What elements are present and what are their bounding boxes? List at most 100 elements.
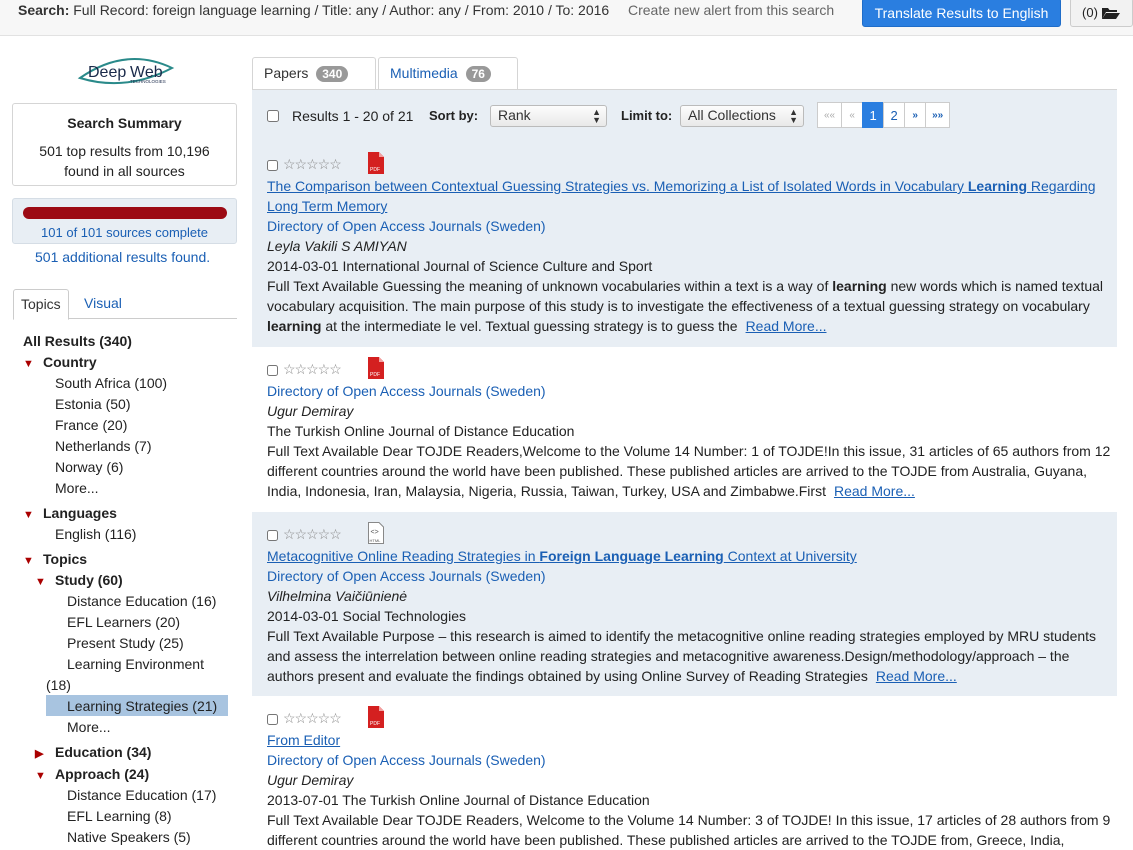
collapse-triangle-icon[interactable]: ▼ bbox=[35, 576, 55, 588]
pdf-icon[interactable]: PDF bbox=[368, 357, 384, 379]
pager-first[interactable]: «« bbox=[817, 102, 843, 128]
result-item: ☆☆☆☆☆ PDF Directory of Open Access Journ… bbox=[252, 347, 1117, 512]
pager-last[interactable]: »» bbox=[925, 102, 951, 128]
facet-item[interactable]: Native Speakers (5) bbox=[67, 829, 191, 845]
tab-papers[interactable]: Papers 340 bbox=[252, 57, 376, 90]
facet-item[interactable]: South Africa (100) bbox=[55, 375, 167, 391]
pager-page-2[interactable]: 2 bbox=[883, 102, 906, 128]
rating-stars-icon[interactable]: ☆☆☆☆☆ bbox=[283, 524, 342, 544]
facet-item[interactable]: More... bbox=[67, 719, 111, 735]
result-source[interactable]: Directory of Open Access Journals (Swede… bbox=[267, 381, 1117, 401]
result-source[interactable]: Directory of Open Access Journals (Swede… bbox=[267, 566, 1117, 586]
result-date-journal: 2013-07-01 The Turkish Online Journal of… bbox=[267, 792, 650, 808]
facet-item[interactable]: More... bbox=[55, 480, 99, 496]
facet-item[interactable]: English (116) bbox=[55, 526, 136, 542]
facet-item[interactable]: Learning Strategies (21) bbox=[67, 698, 217, 714]
read-more-link[interactable]: Read More... bbox=[876, 668, 957, 684]
expand-triangle-icon[interactable]: ▶ bbox=[35, 747, 55, 760]
facet-item[interactable]: Estonia (50) bbox=[55, 396, 130, 412]
collapse-triangle-icon[interactable]: ▼ bbox=[23, 509, 43, 521]
facet-item[interactable]: Norway (6) bbox=[55, 459, 123, 475]
html-icon[interactable]: <> HTML bbox=[368, 522, 384, 544]
facet-group[interactable]: ▼ Topics bbox=[23, 551, 87, 567]
snippet-text: Full Text Available Dear TOJDE Readers,W… bbox=[267, 443, 1111, 499]
result-date-journal: 2014-03-01 Social Technologies bbox=[267, 608, 466, 624]
rating-stars-icon[interactable]: ☆☆☆☆☆ bbox=[283, 154, 342, 174]
facet-group[interactable]: ▼ Study (60) bbox=[35, 572, 123, 588]
search-query: Full Record: foreign language learning /… bbox=[73, 2, 610, 18]
facet-group[interactable]: ▼ Country bbox=[23, 354, 97, 370]
facet-item: (18) bbox=[46, 677, 71, 693]
result-source[interactable]: Directory of Open Access Journals (Swede… bbox=[267, 750, 1117, 770]
snippet-highlight: learning bbox=[832, 278, 887, 294]
logo-subtext: TECHNOLOGIES bbox=[130, 79, 166, 84]
rating-stars-icon[interactable]: ☆☆☆☆☆ bbox=[283, 708, 342, 728]
facet-label: Learning Strategies (21) bbox=[67, 698, 218, 714]
tab-multimedia[interactable]: Multimedia 76 bbox=[378, 57, 518, 90]
results-toolbar: Results 1 - 20 of 21 Sort by: Rank ▲ ▼ Li… bbox=[252, 89, 1117, 142]
rating-stars-icon[interactable]: ☆☆☆☆☆ bbox=[283, 359, 342, 379]
result-checkbox[interactable] bbox=[267, 530, 278, 541]
sources-progress-text[interactable]: 101 of 101 sources complete bbox=[13, 225, 236, 240]
deep-web-logo: Deep Web TECHNOLOGIES bbox=[77, 58, 175, 85]
result-item: ☆☆☆☆☆ PDF The Comparison between Context… bbox=[252, 142, 1117, 347]
collapse-triangle-icon[interactable]: ▼ bbox=[23, 555, 43, 567]
facet-item[interactable]: Learning Environment bbox=[67, 656, 204, 672]
title-part[interactable]: Context at University bbox=[724, 548, 857, 564]
snippet-part: Full Text Available Guessing the meaning… bbox=[267, 278, 833, 294]
facet-group[interactable]: ▼ Approach (24) bbox=[35, 766, 149, 782]
result-title[interactable]: Metacognitive Online Reading Strategies … bbox=[267, 546, 1117, 566]
multimedia-count-badge: 76 bbox=[465, 66, 491, 82]
pdf-icon[interactable]: PDF bbox=[368, 706, 384, 728]
pdf-icon[interactable]: PDF bbox=[368, 152, 384, 174]
additional-results-link[interactable]: 501 additional results found. bbox=[35, 249, 210, 265]
result-author: Vilhelmina Vaičiūnienė bbox=[267, 588, 408, 604]
title-highlight[interactable]: Foreign Language Learning bbox=[539, 548, 723, 564]
sort-select[interactable]: Rank ▲ ▼ bbox=[490, 105, 607, 127]
pager-prev[interactable]: « bbox=[841, 102, 864, 128]
tab-topics[interactable]: Topics bbox=[13, 289, 69, 320]
facet-label: South Africa (100) bbox=[55, 375, 168, 391]
translate-results-button[interactable]: Translate Results to English bbox=[862, 0, 1061, 27]
facet-item[interactable]: Distance Education (16) bbox=[67, 593, 216, 609]
title-part[interactable]: Metacognitive Online Reading Strategies … bbox=[267, 548, 539, 564]
result-author: Ugur Demiray bbox=[267, 403, 354, 419]
create-alert-link[interactable]: Create new alert from this search bbox=[628, 2, 834, 18]
facet-item[interactable]: EFL Learning (8) bbox=[67, 808, 172, 824]
facet-group[interactable]: ▼ Languages bbox=[23, 505, 117, 521]
facet-label: Native Speakers (5) bbox=[67, 829, 191, 845]
tab-visual[interactable]: Visual bbox=[77, 289, 129, 320]
read-more-link[interactable]: Read More... bbox=[746, 318, 827, 334]
facet-item[interactable]: Present Study (25) bbox=[67, 635, 184, 651]
facet-item[interactable]: France (20) bbox=[55, 417, 127, 433]
sort-label: Sort by: bbox=[429, 108, 479, 123]
collection-select[interactable]: All Collections ▲ ▼ bbox=[680, 105, 804, 127]
facet-item[interactable]: Distance Education (17) bbox=[67, 787, 216, 803]
collapse-triangle-icon[interactable]: ▼ bbox=[35, 770, 55, 782]
result-title[interactable]: From Editor bbox=[267, 730, 1117, 750]
facet-group[interactable]: ▶ Education (34) bbox=[35, 744, 151, 760]
saved-folder-button[interactable]: (0) bbox=[1070, 0, 1133, 27]
facet-label: EFL Learners (20) bbox=[67, 614, 181, 630]
pager-next[interactable]: » bbox=[904, 102, 927, 128]
papers-count-badge: 340 bbox=[316, 66, 349, 82]
facet-label: (18) bbox=[46, 677, 71, 693]
result-date-journal: The Turkish Online Journal of Distance E… bbox=[267, 423, 575, 439]
collapse-triangle-icon[interactable]: ▼ bbox=[23, 358, 43, 370]
result-checkbox[interactable] bbox=[267, 714, 278, 725]
result-checkbox[interactable] bbox=[267, 160, 278, 171]
pager-page-1[interactable]: 1 bbox=[862, 102, 885, 128]
title-highlight[interactable]: Learning bbox=[968, 178, 1027, 194]
facet-label: Approach (24) bbox=[55, 766, 150, 782]
result-source[interactable]: Directory of Open Access Journals (Swede… bbox=[267, 216, 1117, 236]
result-title[interactable]: The Comparison between Contextual Guessi… bbox=[267, 176, 1117, 216]
facet-item[interactable]: EFL Learners (20) bbox=[67, 614, 180, 630]
pdf-icon-label: PDF bbox=[370, 167, 380, 173]
select-all-checkbox[interactable] bbox=[267, 110, 279, 122]
select-arrows-icon: ▲ ▼ bbox=[592, 107, 601, 125]
read-more-link[interactable]: Read More... bbox=[834, 483, 915, 499]
facet-item[interactable]: Netherlands (7) bbox=[55, 438, 152, 454]
result-item: ☆☆☆☆☆ <> HTML Metacognitive Online Readin… bbox=[252, 512, 1117, 696]
title-part[interactable]: The Comparison between Contextual Guessi… bbox=[267, 178, 968, 194]
result-checkbox[interactable] bbox=[267, 365, 278, 376]
